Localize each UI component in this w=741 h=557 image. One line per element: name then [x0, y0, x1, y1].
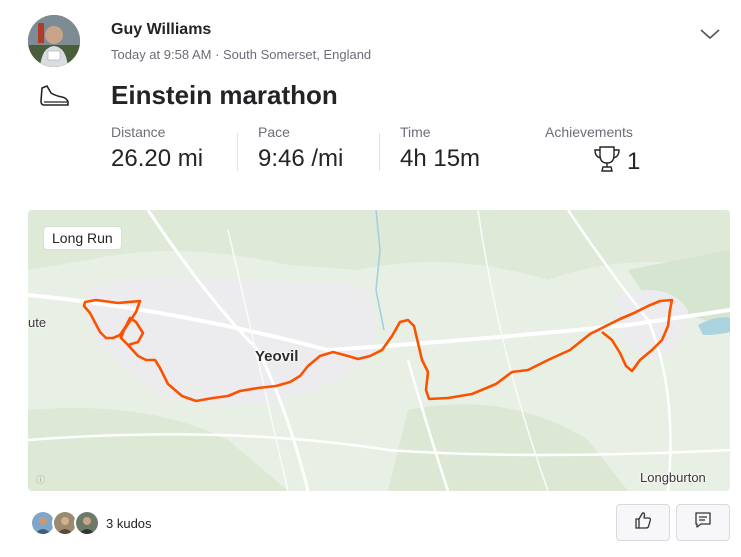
- map-place-longburton: Longburton: [640, 470, 706, 485]
- athlete-avatar[interactable]: [28, 15, 80, 67]
- stat-distance-value: 26.20 mi: [111, 145, 204, 172]
- chevron-down-icon[interactable]: [698, 24, 722, 44]
- map-canvas: [28, 210, 730, 491]
- map-place-label: ute: [28, 315, 47, 330]
- thumbs-up-icon: [633, 510, 653, 535]
- stat-pace-label: Pace: [258, 124, 290, 140]
- stat-pace-value: 9:46 /mi: [258, 145, 344, 172]
- stat-time-value: 4h 15m: [400, 145, 481, 172]
- route-map[interactable]: Long Run ute Yeovil Longburton ⓘ: [28, 210, 730, 491]
- stat-achievements-label: Achievements: [545, 124, 633, 140]
- comment-icon: [693, 510, 713, 535]
- stat-achievements: Achievements 1: [545, 124, 640, 179]
- trophy-icon: [591, 144, 623, 179]
- stat-time-label: Time: [400, 124, 431, 140]
- kudos-button[interactable]: [616, 504, 670, 541]
- kudos-avatars[interactable]: [30, 510, 100, 536]
- stat-distance-label: Distance: [111, 124, 166, 140]
- avatar: [74, 510, 100, 536]
- comment-button[interactable]: [676, 504, 730, 541]
- stat-achievements-value: 1: [627, 147, 641, 175]
- activity-title[interactable]: Einstein marathon: [111, 80, 338, 111]
- shoe-icon: [38, 82, 70, 110]
- athlete-name[interactable]: Guy Williams: [111, 21, 211, 39]
- stat-distance: Distance 26.20 mi: [111, 124, 203, 173]
- stat-time: Time 4h 15m: [400, 124, 480, 173]
- stat-divider: [379, 133, 380, 171]
- stat-pace: Pace 9:46 /mi: [258, 124, 343, 173]
- workout-type-badge: Long Run: [44, 227, 121, 249]
- map-place-yeovil: Yeovil: [255, 348, 299, 365]
- stat-divider: [237, 133, 238, 171]
- kudos-count[interactable]: 3 kudos: [106, 516, 152, 531]
- map-attribution-icon[interactable]: ⓘ: [36, 473, 45, 486]
- activity-meta: Today at 9:58 AM · South Somerset, Engla…: [111, 47, 372, 62]
